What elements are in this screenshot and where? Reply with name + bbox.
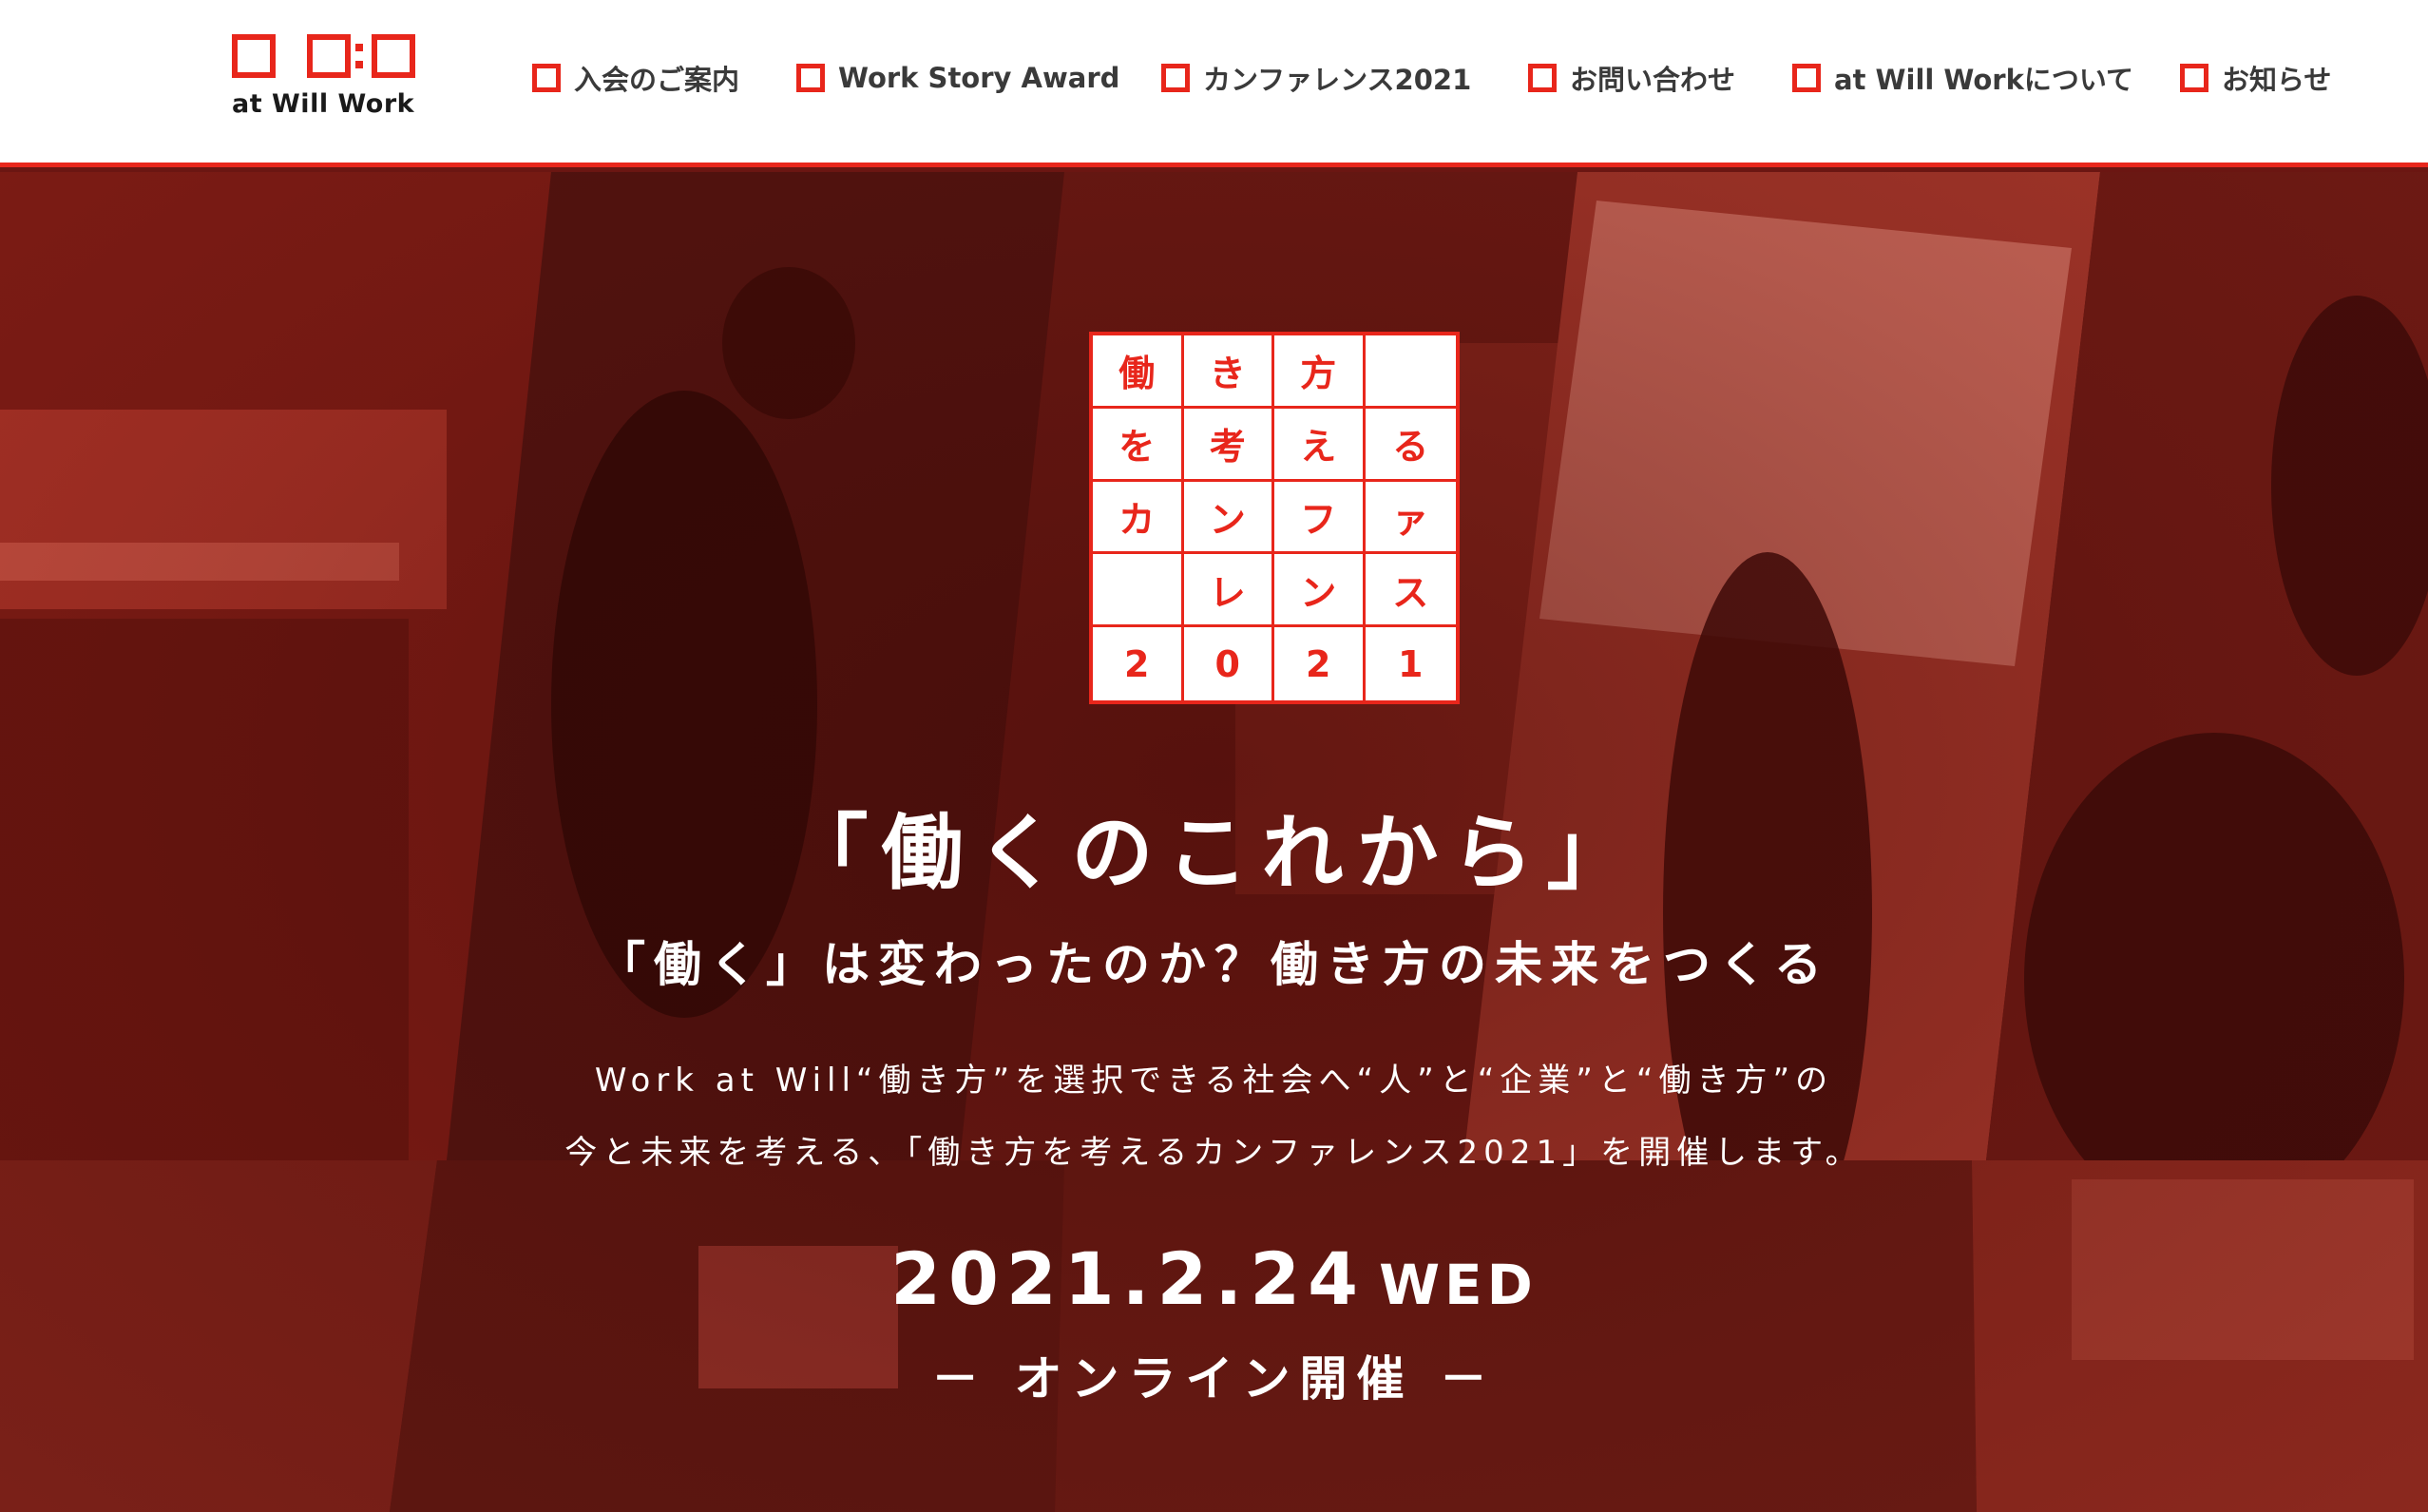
- grid-logo-cell: [1365, 335, 1456, 409]
- square-bullet-icon: [1528, 64, 1557, 92]
- hero-description-line-2: 今と未来を考える、「働き方を考えるカンファレンス2021」を開催します。: [564, 1134, 1864, 1172]
- logo-text: at Will Work: [232, 89, 415, 119]
- nav-label: お問い合わせ: [1570, 64, 1736, 96]
- event-date-number: 2021.2.24: [890, 1236, 1367, 1321]
- event-venue: － オンライン開催 －: [931, 1351, 1497, 1407]
- grid-logo-cell: 1: [1398, 642, 1424, 685]
- nav-label: at Will Workについて: [1834, 64, 2134, 96]
- grid-logo-cell: 方: [1274, 335, 1366, 409]
- grid-logo-cell: 2: [1093, 627, 1184, 700]
- square-bullet-icon: [2180, 64, 2208, 92]
- nav-item-work-story-award[interactable]: Work Story Award: [796, 55, 1119, 101]
- grid-logo-cell: [1093, 554, 1184, 628]
- site-logo[interactable]: at Will Work: [232, 34, 428, 122]
- conference-grid-logo: 働 き 方 を 考 え る カ ン フ ァ レ ン ス 2 0 2 1: [1089, 332, 1460, 704]
- event-date: 2021.2.24 WED: [0, 1236, 2428, 1321]
- square-bullet-icon: [1792, 64, 1821, 92]
- nav-label: カンファレンス2021: [1203, 64, 1472, 96]
- grid-logo-cell: 0: [1184, 627, 1274, 700]
- grid-logo-cell: き: [1183, 335, 1274, 409]
- square-bullet-icon: [796, 64, 825, 92]
- event-weekday: WED: [1379, 1253, 1538, 1317]
- grid-logo-cell: ァ: [1365, 482, 1456, 555]
- grid-logo-cell: レ: [1183, 554, 1274, 628]
- logo-mark-icon: [232, 34, 415, 78]
- square-bullet-icon: [1161, 64, 1190, 92]
- grid-logo-cell: 考: [1183, 408, 1274, 482]
- grid-logo-cell: ス: [1365, 554, 1456, 628]
- hero-headline: 「働くのこれから」: [786, 806, 1642, 901]
- grid-logo-cell: る: [1365, 409, 1456, 482]
- grid-logo-cell: フ: [1274, 481, 1366, 555]
- hero-description-line-1: Work at Will“働き方”を選択できる社会へ“人”と“企業”と“働き方”…: [594, 1062, 1834, 1100]
- hero-section: 働 き 方 を 考 え る カ ン フ ァ レ ン ス 2 0 2 1 「働くの…: [0, 172, 2428, 1512]
- hero-subheadline: 「働く」は変わったのか？働き方の未来をつくる: [598, 937, 1830, 992]
- nav-item-membership[interactable]: 入会のご案内: [532, 55, 739, 101]
- nav-label: Work Story Award: [838, 62, 1120, 94]
- square-bullet-icon: [532, 64, 561, 92]
- site-header: at Will Work 入会のご案内 Work Story Award カンフ…: [0, 0, 2428, 167]
- nav-item-conference-2021[interactable]: カンファレンス2021: [1161, 55, 1471, 101]
- grid-logo-cell: 2: [1274, 627, 1366, 700]
- grid-logo-cell: ン: [1183, 481, 1274, 555]
- nav-item-about[interactable]: at Will Workについて: [1792, 55, 2133, 101]
- grid-logo-cell: 働: [1093, 335, 1184, 409]
- nav-label: お知らせ: [2222, 64, 2332, 96]
- grid-logo-cell: カ: [1093, 481, 1184, 555]
- grid-logo-cell: え: [1274, 408, 1366, 482]
- grid-logo-cell: を: [1093, 408, 1184, 482]
- grid-logo-cell: ン: [1274, 554, 1366, 628]
- nav-item-contact[interactable]: お問い合わせ: [1528, 55, 1735, 101]
- nav-label: 入会のご案内: [574, 64, 740, 96]
- nav-item-news[interactable]: お知らせ: [2180, 55, 2331, 101]
